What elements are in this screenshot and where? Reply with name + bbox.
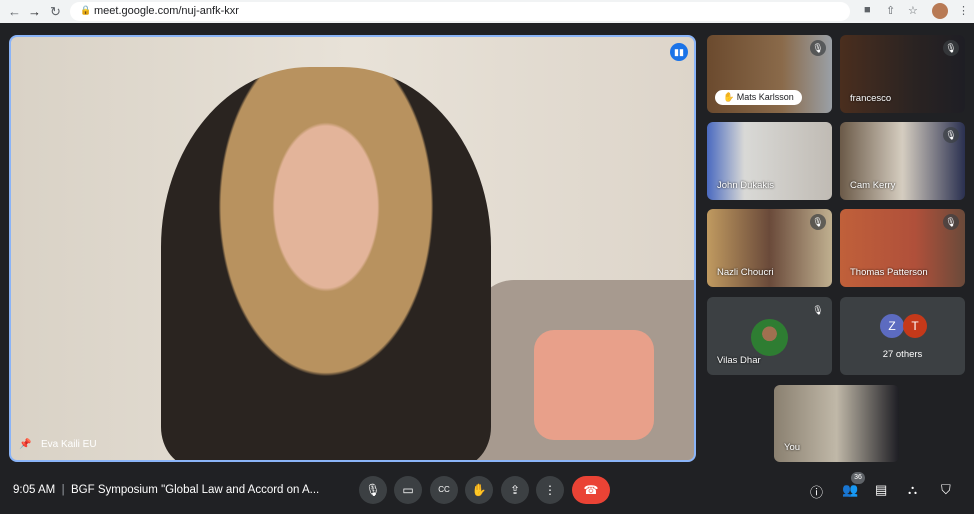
participant-tile[interactable]: 🎙 Cam Kerry [840,122,965,200]
address-bar[interactable]: 🔒 meet.google.com/nuj-anfk-kxr [70,2,850,21]
pin-icon[interactable]: 📌 [19,439,31,450]
participant-tile[interactable]: 🎙 francesco [840,35,965,113]
more-options-button[interactable]: ⋮ [536,476,564,504]
mic-off-icon: 🎙 [943,214,959,230]
participant-tile[interactable]: 🎙 Thomas Patterson [840,209,965,287]
camera-icon[interactable]: ■ [864,4,871,16]
participant-count-badge: 36 [851,472,865,484]
url-text: meet.google.com/nuj-anfk-kxr [94,5,239,17]
star-icon[interactable]: ☆ [908,4,918,17]
more-vert-icon: ⋮ [544,483,556,497]
info-icon[interactable]: ⓘ [810,482,823,501]
video-background [534,330,654,440]
camera-button[interactable]: ▭ [394,476,422,504]
hand-icon: ✋ [723,92,737,102]
raised-hand-label: ✋ Mats Karlsson [715,90,802,105]
forward-icon[interactable]: → [28,4,41,19]
browser-toolbar: ← → ↻ 🔒 meet.google.com/nuj-anfk-kxr ■ ⇧… [0,0,974,23]
control-bar: 9:05 AM | BGF Symposium "Global Law and … [0,466,974,514]
share-icon[interactable]: ⇧ [886,4,895,17]
mic-off-icon: 🎙 [810,302,826,318]
others-count: 27 others [882,349,923,360]
back-icon[interactable]: ← [8,4,21,19]
avatar [751,319,788,356]
participant-tile[interactable]: 🎙 Vilas Dhar [707,297,832,375]
captions-button[interactable]: CC [430,476,458,504]
host-controls-icon[interactable]: ⛉ [941,482,951,498]
profile-avatar[interactable] [932,3,948,19]
raise-hand-button[interactable]: ✋ [465,476,493,504]
menu-icon[interactable]: ⋮ [958,4,969,17]
mic-off-icon: 🎙 [943,40,959,56]
camera-icon: ▭ [402,483,414,497]
captions-icon: CC [438,485,450,494]
mic-off-icon: 🎙 [810,40,826,56]
meeting-info: 9:05 AM | BGF Symposium "Global Law and … [13,484,320,496]
participant-tile[interactable]: John Dukakis [707,122,832,200]
lock-icon: 🔒 [80,5,92,15]
people-icon[interactable]: 👥 [842,482,858,498]
end-call-button[interactable]: ☎ [572,476,610,504]
phone-hangup-icon: ☎ [583,483,599,497]
microphone-button[interactable]: 🎙 [359,476,387,504]
avatar: T [903,314,927,338]
present-button[interactable]: ⇪ [501,476,529,504]
participant-tile[interactable]: 🎙 ✋ Mats Karlsson [707,35,832,113]
mic-icon: 🎙 [365,483,381,497]
mic-off-icon: 🎙 [810,214,826,230]
speaker-video [161,67,491,460]
reload-icon[interactable]: ↻ [50,4,61,20]
participant-tile[interactable]: 🎙 Nazli Choucri [707,209,832,287]
hand-icon: ✋ [471,483,487,497]
speaking-indicator-icon: ▮▮ [670,43,688,61]
activities-icon[interactable]: ⛬ [908,482,917,498]
chat-icon[interactable]: ▤ [875,482,887,498]
mic-off-icon: 🎙 [943,127,959,143]
speaker-name: Eva Kaili EU [41,439,97,450]
present-icon: ⇪ [509,483,521,497]
self-tile[interactable]: You [774,385,899,462]
avatar: Z [880,314,904,338]
main-video[interactable]: ▮▮ 📌 Eva Kaili EU [9,35,696,462]
others-tile[interactable]: Z T 27 others [840,297,965,375]
